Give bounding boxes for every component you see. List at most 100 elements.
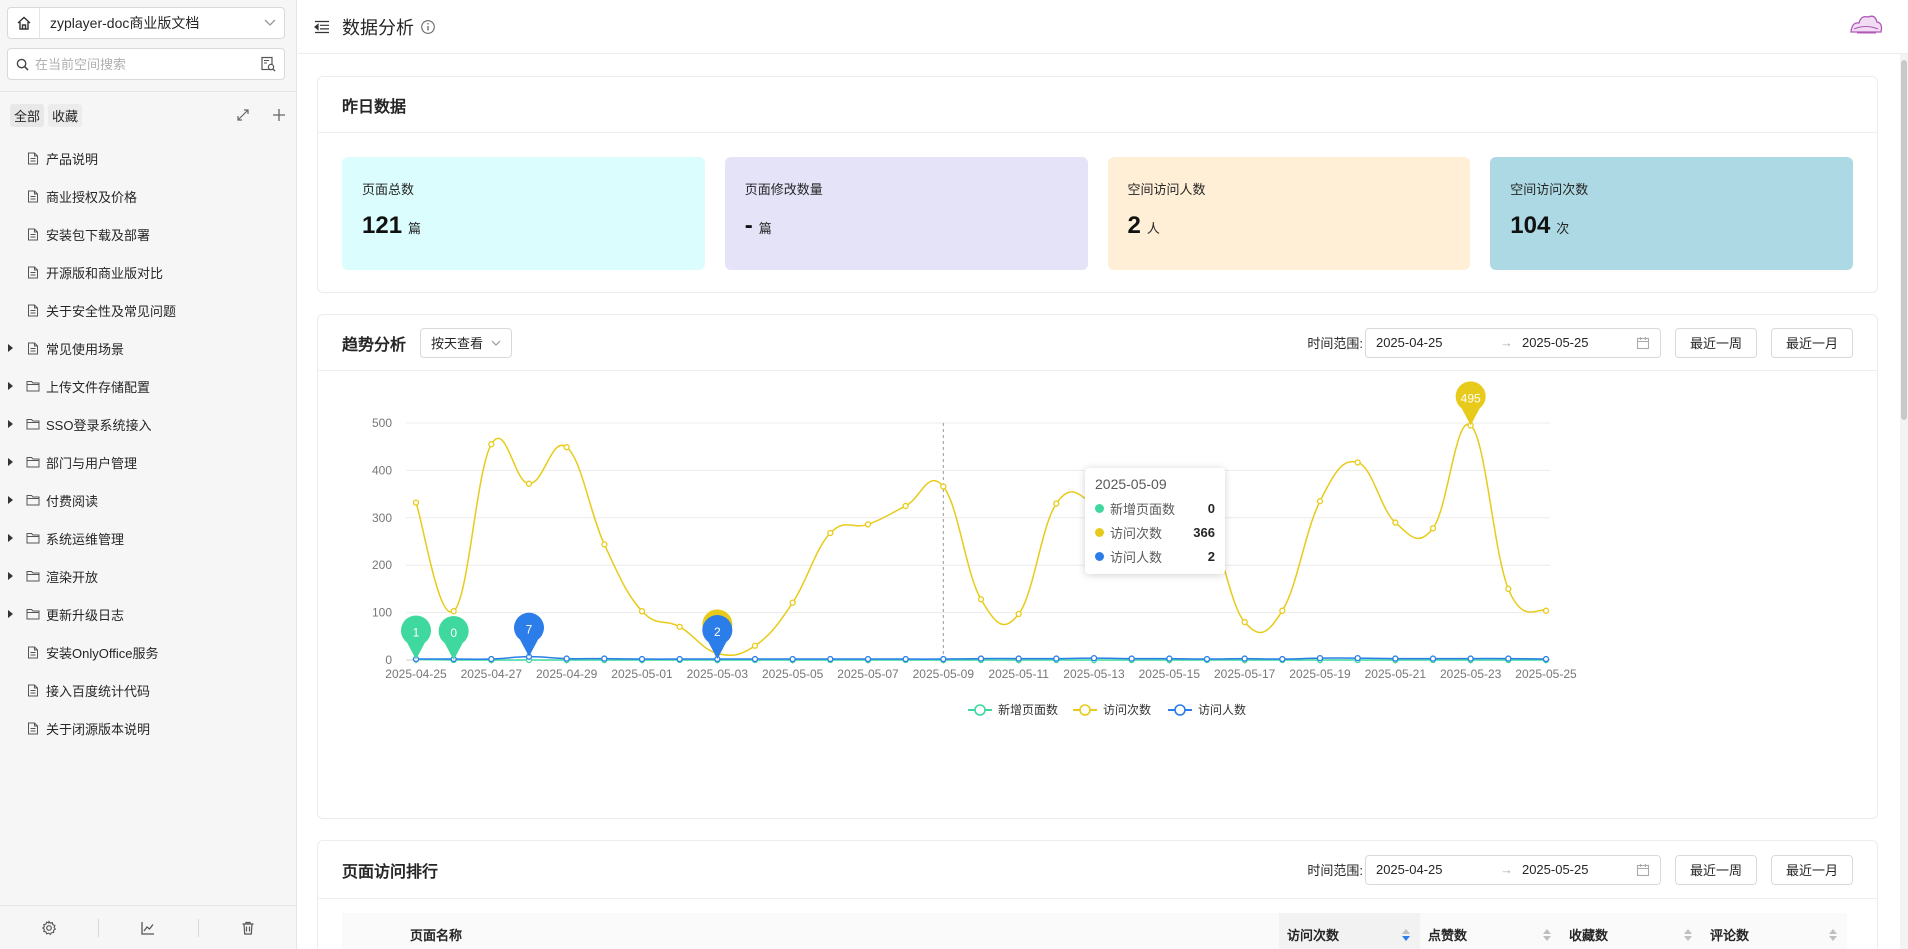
analytics-button[interactable] bbox=[98, 918, 197, 937]
range-start[interactable]: 2025-04-25 bbox=[1376, 335, 1500, 350]
filter-row: 全部 收藏 bbox=[10, 103, 286, 127]
column-header-likes[interactable]: 点赞数 bbox=[1420, 913, 1561, 949]
tree-item-users[interactable]: 部门与用户管理 bbox=[0, 443, 297, 481]
caret-right-icon[interactable] bbox=[5, 610, 15, 618]
advanced-search-icon[interactable] bbox=[260, 56, 276, 72]
data-point bbox=[977, 596, 985, 603]
range-end[interactable]: 2025-05-25 bbox=[1522, 335, 1632, 350]
view-mode-select[interactable]: 按天查看 bbox=[420, 327, 513, 358]
main-scrollbar[interactable] bbox=[1900, 54, 1908, 949]
data-point bbox=[563, 444, 570, 451]
y-tick-label: 0 bbox=[385, 653, 392, 667]
x-tick-label: 2025-05-19 bbox=[1289, 667, 1351, 681]
tree-item-product[interactable]: 产品说明 bbox=[0, 139, 297, 177]
caret-right-icon[interactable] bbox=[5, 344, 15, 352]
data-point bbox=[1203, 655, 1211, 663]
tree-item-render[interactable]: 渲染开放 bbox=[0, 557, 297, 595]
tree-item-license[interactable]: 商业授权及价格 bbox=[0, 177, 297, 215]
data-point bbox=[902, 655, 909, 663]
tree-item-storage[interactable]: 上传文件存储配置 bbox=[0, 367, 297, 405]
caret-right-icon[interactable] bbox=[5, 534, 15, 542]
tree-item-baidu[interactable]: 接入百度统计代码 bbox=[0, 671, 297, 709]
stat-unit: 篇 bbox=[408, 221, 422, 236]
caret-right-icon[interactable] bbox=[5, 382, 15, 390]
info-icon[interactable] bbox=[420, 19, 436, 35]
expand-icon[interactable] bbox=[236, 108, 250, 122]
column-header-favorites[interactable]: 收藏数 bbox=[1561, 913, 1702, 949]
tree-item-security[interactable]: 关于安全性及常见问题 bbox=[0, 291, 297, 329]
caret-right-icon[interactable] bbox=[5, 420, 15, 428]
sort-icon[interactable] bbox=[1402, 929, 1410, 942]
view-mode-value: 按天查看 bbox=[431, 336, 484, 351]
series-line-1 bbox=[415, 423, 1547, 657]
data-point bbox=[789, 599, 796, 606]
caret-right-icon[interactable] bbox=[5, 458, 15, 466]
data-point bbox=[1279, 607, 1286, 614]
space-selector[interactable]: zyplayer-doc商业版文档 bbox=[7, 7, 285, 39]
legend-label: 新增页面数 bbox=[998, 702, 1058, 717]
last-week-button[interactable]: 最近一周 bbox=[1674, 327, 1757, 358]
sort-icon[interactable] bbox=[1684, 929, 1692, 942]
filter-tab-all[interactable]: 全部 bbox=[10, 103, 45, 127]
last-month-button[interactable]: 最近一月 bbox=[1770, 854, 1853, 885]
y-tick-label: 500 bbox=[372, 416, 392, 430]
add-icon[interactable] bbox=[272, 108, 286, 122]
column-header-visits[interactable]: 访问次数 bbox=[1279, 913, 1420, 949]
column-header-comments[interactable]: 评论数 bbox=[1702, 913, 1847, 949]
data-point bbox=[1392, 519, 1399, 526]
range-start[interactable]: 2025-04-25 bbox=[1376, 862, 1500, 877]
tree-item-ops[interactable]: 系统运维管理 bbox=[0, 519, 297, 557]
x-tick-label: 2025-04-25 bbox=[385, 667, 447, 681]
space-name: zyplayer-doc商业版文档 bbox=[50, 15, 200, 31]
legend-symbol bbox=[1079, 704, 1091, 716]
settings-button[interactable] bbox=[0, 919, 98, 937]
stat-value: - bbox=[744, 212, 753, 239]
tree-item-label: 开源版和商业版对比 bbox=[46, 265, 164, 281]
home-button[interactable] bbox=[8, 8, 40, 38]
caret-right-icon[interactable] bbox=[5, 496, 15, 504]
data-point bbox=[751, 655, 759, 663]
sort-icon[interactable] bbox=[1543, 929, 1551, 942]
tooltip-series-value: 366 bbox=[1193, 524, 1215, 540]
search-input[interactable] bbox=[35, 56, 260, 72]
y-tick-label: 300 bbox=[372, 511, 392, 525]
stat-label: 空间访问次数 bbox=[1510, 182, 1589, 197]
data-point bbox=[1128, 655, 1135, 662]
data-point bbox=[525, 480, 533, 487]
last-month-button[interactable]: 最近一月 bbox=[1770, 327, 1853, 358]
tooltip-date: 2025-05-09 bbox=[1095, 476, 1167, 492]
data-point bbox=[676, 623, 683, 630]
folder-icon bbox=[26, 531, 40, 545]
menu-fold-icon[interactable] bbox=[314, 20, 330, 34]
user-avatar-logo[interactable] bbox=[1848, 12, 1884, 38]
date-range-picker[interactable]: 2025-04-25 → 2025-05-25 bbox=[1364, 854, 1661, 885]
chevron-down-icon[interactable] bbox=[256, 19, 284, 27]
caret-right-icon[interactable] bbox=[5, 572, 15, 580]
trash-button[interactable] bbox=[197, 918, 297, 937]
tree-item-scenarios[interactable]: 常见使用场景 bbox=[0, 329, 297, 367]
data-point bbox=[789, 655, 796, 663]
tree-item-changelog[interactable]: 更新升级日志 bbox=[0, 595, 297, 633]
tree-item-closed-source[interactable]: 关于闭源版本说明 bbox=[0, 709, 297, 747]
arrow-right-icon: → bbox=[1499, 862, 1513, 877]
data-point bbox=[601, 655, 608, 662]
date-range-picker[interactable]: 2025-04-25 → 2025-05-25 bbox=[1364, 327, 1661, 358]
filter-tab-favorites[interactable]: 收藏 bbox=[48, 103, 83, 127]
tree-item-sso[interactable]: SSO登录系统接入 bbox=[0, 405, 297, 443]
trend-line-chart[interactable]: 01002003004005002025-04-25 2025-04-27 2025… bbox=[318, 371, 1877, 818]
scrollbar-thumb[interactable] bbox=[1901, 60, 1907, 420]
range-label: 时间范围: bbox=[1307, 336, 1363, 351]
tree-item-compare[interactable]: 开源版和商业版对比 bbox=[0, 253, 297, 291]
range-label: 时间范围: bbox=[1307, 863, 1363, 878]
tree-item-onlyoffice[interactable]: 安装OnlyOffice服务 bbox=[0, 633, 297, 671]
data-point bbox=[940, 655, 947, 663]
x-tick-label: 2025-04-27 bbox=[461, 667, 523, 681]
folder-icon bbox=[26, 379, 40, 393]
sort-icon[interactable] bbox=[1829, 929, 1837, 942]
tree-item-install[interactable]: 安装包下载及部署 bbox=[0, 215, 297, 253]
range-end[interactable]: 2025-05-25 bbox=[1522, 862, 1632, 877]
data-point bbox=[1316, 498, 1324, 505]
tree-item-label: 关于闭源版本说明 bbox=[46, 721, 151, 737]
last-week-button[interactable]: 最近一周 bbox=[1674, 854, 1757, 885]
tree-item-paid[interactable]: 付费阅读 bbox=[0, 481, 297, 519]
